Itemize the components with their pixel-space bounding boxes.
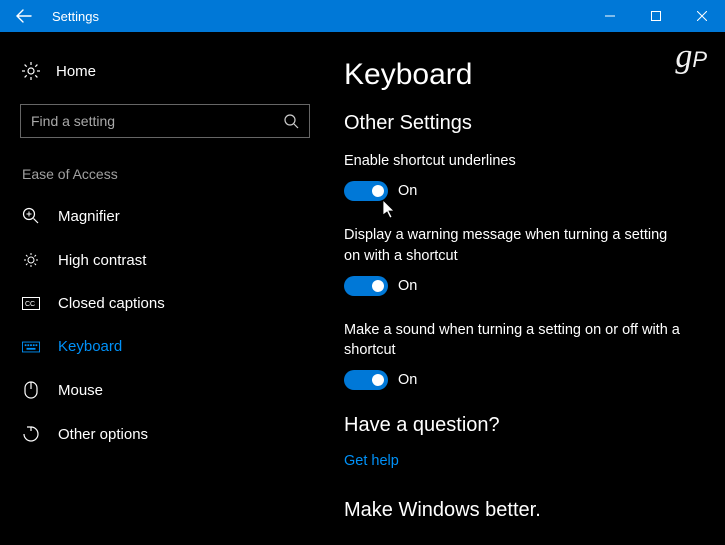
- sidebar-item-magnifier[interactable]: Magnifier: [0, 194, 330, 238]
- sidebar-item-label: Closed captions: [58, 295, 165, 312]
- category-label: Ease of Access: [0, 158, 330, 194]
- sidebar-item-label: Other options: [58, 426, 148, 443]
- toggle-warning-message[interactable]: [344, 276, 388, 296]
- toggle-shortcut-underlines[interactable]: [344, 181, 388, 201]
- sidebar-item-high-contrast[interactable]: High contrast: [0, 238, 330, 282]
- search-input[interactable]: [20, 104, 310, 138]
- page-title: Keyboard: [344, 58, 685, 92]
- close-button[interactable]: [679, 0, 725, 32]
- setting-label-shortcut-underlines: Enable shortcut underlines: [344, 151, 685, 171]
- arrow-left-icon: [16, 8, 32, 24]
- back-button[interactable]: [0, 0, 48, 32]
- titlebar: Settings: [0, 0, 725, 32]
- search-field[interactable]: [31, 113, 283, 129]
- question-heading: Have a question?: [344, 414, 685, 437]
- minimize-button[interactable]: [587, 0, 633, 32]
- close-icon: [697, 11, 707, 21]
- home-label: Home: [56, 63, 96, 80]
- sidebar-item-label: Mouse: [58, 382, 103, 399]
- toggle-knob: [372, 280, 384, 292]
- closed-captions-icon: CC: [22, 297, 40, 311]
- setting-label-warning-message: Display a warning message when turning a…: [344, 225, 685, 266]
- sidebar-item-keyboard[interactable]: Keyboard: [0, 325, 330, 368]
- keyboard-icon: [22, 341, 40, 353]
- sidebar-item-label: Keyboard: [58, 338, 122, 355]
- gear-icon: [22, 62, 40, 80]
- improve-heading: Make Windows better.: [344, 499, 685, 522]
- other-options-icon: [22, 425, 40, 443]
- maximize-button[interactable]: [633, 0, 679, 32]
- sidebar-item-other-options[interactable]: Other options: [0, 412, 330, 456]
- search-icon: [283, 113, 299, 129]
- sidebar: Home Ease of Access Magnifier High contr…: [0, 32, 330, 545]
- toggle-state: On: [398, 372, 417, 388]
- sidebar-item-label: Magnifier: [58, 208, 120, 225]
- mouse-icon: [22, 381, 40, 399]
- minimize-icon: [605, 11, 615, 21]
- toggle-state: On: [398, 183, 417, 199]
- toggle-sound[interactable]: [344, 370, 388, 390]
- setting-label-sound: Make a sound when turning a setting on o…: [344, 320, 685, 361]
- toggle-knob: [372, 374, 384, 386]
- sidebar-item-mouse[interactable]: Mouse: [0, 368, 330, 412]
- get-help-link[interactable]: Get help: [344, 453, 685, 469]
- svg-text:CC: CC: [25, 301, 35, 308]
- high-contrast-icon: [22, 251, 40, 269]
- toggle-state: On: [398, 278, 417, 294]
- sidebar-item-label: High contrast: [58, 252, 146, 269]
- maximize-icon: [651, 11, 661, 21]
- section-heading: Other Settings: [344, 112, 685, 135]
- home-button[interactable]: Home: [0, 52, 330, 90]
- window-title: Settings: [52, 9, 99, 24]
- magnifier-icon: [22, 207, 40, 225]
- sidebar-item-closed-captions[interactable]: CC Closed captions: [0, 282, 330, 325]
- main-panel: Keyboard Other Settings Enable shortcut …: [330, 32, 725, 545]
- toggle-knob: [372, 185, 384, 197]
